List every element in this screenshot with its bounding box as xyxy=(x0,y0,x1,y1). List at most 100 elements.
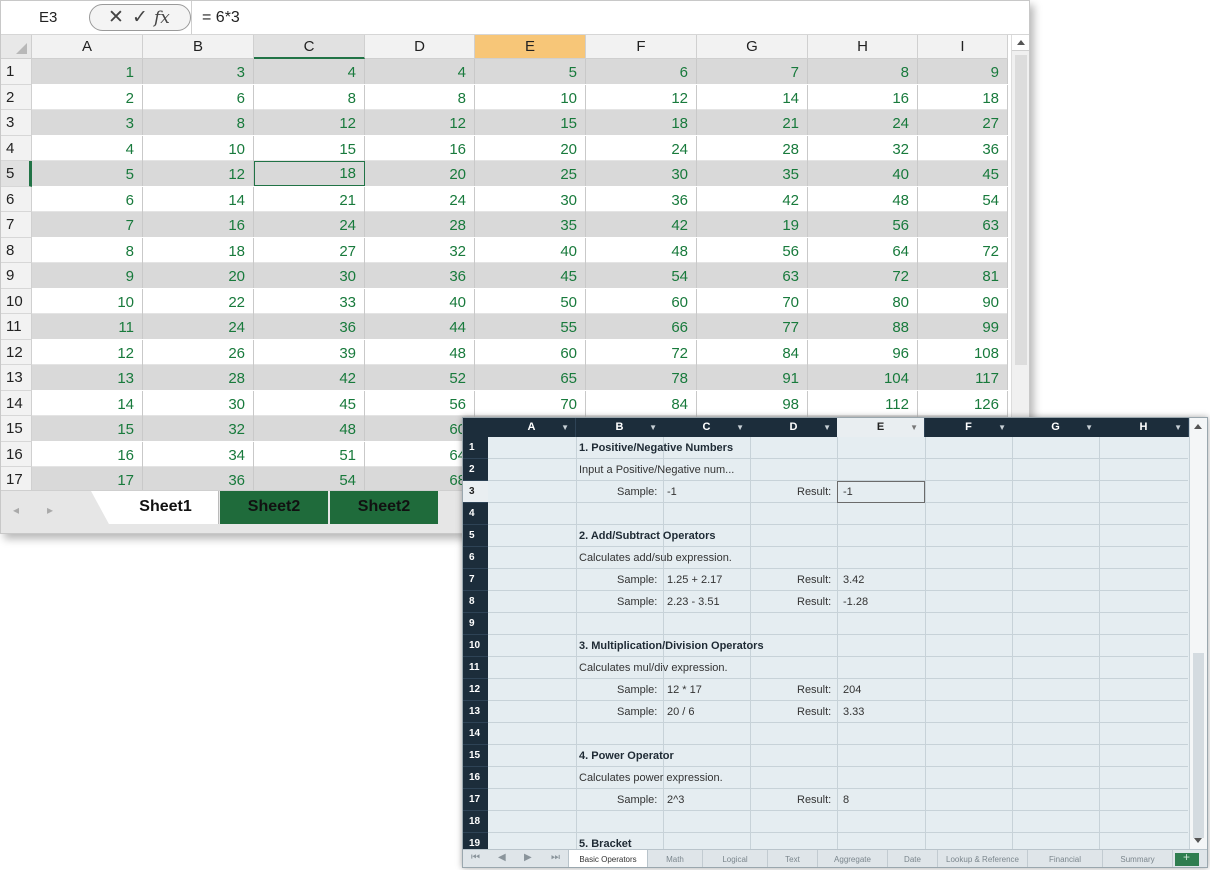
cell-e13[interactable]: 65 xyxy=(475,365,586,390)
add-sheet-button[interactable] xyxy=(1175,850,1199,866)
cell-i6[interactable]: 54 xyxy=(918,186,1008,212)
prev-sheet-icon[interactable]: ◀ xyxy=(498,852,506,863)
cell-h6[interactable]: 48 xyxy=(808,186,918,212)
row-header-6[interactable]: 6 xyxy=(1,186,32,212)
column-header-i[interactable]: I xyxy=(918,35,1008,59)
cancel-icon[interactable]: ✕ xyxy=(108,7,124,29)
cell-i13[interactable]: 117 xyxy=(918,365,1008,390)
cell-d16[interactable]: 64 xyxy=(365,441,475,467)
column-header-a[interactable]: A ▼ xyxy=(488,418,576,437)
scroll-up-icon[interactable] xyxy=(1194,424,1202,429)
sample-value-cell[interactable]: 1.25 + 2.17 xyxy=(667,569,722,591)
cell-b16[interactable]: 34 xyxy=(143,441,254,467)
cell-e7[interactable]: 35 xyxy=(475,212,586,237)
cell-g11[interactable]: 77 xyxy=(697,314,808,339)
cell-d8[interactable]: 32 xyxy=(365,237,475,263)
cell-e11[interactable]: 55 xyxy=(475,314,586,339)
cell-d9[interactable]: 36 xyxy=(365,263,475,288)
column-header-e[interactable]: E ▼ xyxy=(837,418,925,437)
tab-text[interactable]: Text xyxy=(768,850,818,867)
cell-c3[interactable]: 12 xyxy=(254,110,365,135)
cell-h8[interactable]: 64 xyxy=(808,237,918,263)
row-header-10[interactable]: 10 xyxy=(463,635,488,657)
row-header-10[interactable]: 10 xyxy=(1,288,32,314)
cell-a5[interactable]: 5 xyxy=(32,161,143,186)
vertical-scrollbar[interactable] xyxy=(1189,418,1207,849)
cell-c4[interactable]: 15 xyxy=(254,135,365,161)
cell-d17[interactable]: 68 xyxy=(365,467,475,492)
cell-i8[interactable]: 72 xyxy=(918,237,1008,263)
cell-h2[interactable]: 16 xyxy=(808,84,918,110)
cell-i11[interactable]: 99 xyxy=(918,314,1008,339)
tab-summary[interactable]: Summary xyxy=(1103,850,1173,867)
cell-h4[interactable]: 32 xyxy=(808,135,918,161)
cell-a17[interactable]: 17 xyxy=(32,467,143,492)
row-header-7[interactable]: 7 xyxy=(463,569,488,591)
row-header-9[interactable]: 9 xyxy=(463,613,488,635)
cell-c11[interactable]: 36 xyxy=(254,314,365,339)
column-header-h[interactable]: H xyxy=(808,35,918,59)
cell-d15[interactable]: 60 xyxy=(365,416,475,441)
cell-d11[interactable]: 44 xyxy=(365,314,475,339)
cell-f12[interactable]: 72 xyxy=(586,339,697,365)
cell-d5[interactable]: 20 xyxy=(365,161,475,186)
cell-a2[interactable]: 2 xyxy=(32,84,143,110)
cell-f11[interactable]: 66 xyxy=(586,314,697,339)
row-header-17[interactable]: 17 xyxy=(1,467,32,493)
filter-dropdown-icon[interactable]: ▼ xyxy=(823,418,831,437)
cell-c16[interactable]: 51 xyxy=(254,441,365,467)
column-header-b[interactable]: B ▼ xyxy=(576,418,664,437)
cell-f13[interactable]: 78 xyxy=(586,365,697,390)
filter-dropdown-icon[interactable]: ▼ xyxy=(998,418,1006,437)
cell-f1[interactable]: 6 xyxy=(586,59,697,84)
cell-c15[interactable]: 48 xyxy=(254,416,365,441)
cell-a1[interactable]: 1 xyxy=(32,59,143,84)
filter-dropdown-icon[interactable]: ▼ xyxy=(1085,418,1093,437)
cell-a8[interactable]: 8 xyxy=(32,237,143,263)
cell-g1[interactable]: 7 xyxy=(697,59,808,84)
cell-b15[interactable]: 32 xyxy=(143,416,254,441)
row-header-14[interactable]: 14 xyxy=(1,390,32,416)
cell-h1[interactable]: 8 xyxy=(808,59,918,84)
row-header-3[interactable]: 3 xyxy=(463,481,488,503)
cell-a6[interactable]: 6 xyxy=(32,186,143,212)
tab-sheet2-copy[interactable]: Sheet2 xyxy=(330,491,438,524)
cell-e1[interactable]: 5 xyxy=(475,59,586,84)
row-header-7[interactable]: 7 xyxy=(1,212,32,238)
cell-b7[interactable]: 16 xyxy=(143,212,254,237)
tab-date[interactable]: Date xyxy=(888,850,938,867)
cell-f9[interactable]: 54 xyxy=(586,263,697,288)
column-header-g[interactable]: G xyxy=(697,35,808,59)
row-header-17[interactable]: 17 xyxy=(463,789,488,811)
cell-h9[interactable]: 72 xyxy=(808,263,918,288)
cell-d13[interactable]: 52 xyxy=(365,365,475,390)
cell-g5[interactable]: 35 xyxy=(697,161,808,186)
row-header-14[interactable]: 14 xyxy=(463,723,488,745)
row-header-16[interactable]: 16 xyxy=(463,767,488,789)
cell-a12[interactable]: 12 xyxy=(32,339,143,365)
cell-i14[interactable]: 126 xyxy=(918,390,1008,416)
row-header-12[interactable]: 12 xyxy=(1,339,32,365)
cell-a4[interactable]: 4 xyxy=(32,135,143,161)
cell-b8[interactable]: 18 xyxy=(143,237,254,263)
cell-e2[interactable]: 10 xyxy=(475,84,586,110)
row-header-15[interactable]: 15 xyxy=(463,745,488,767)
cell-h5[interactable]: 40 xyxy=(808,161,918,186)
cell-i1[interactable]: 9 xyxy=(918,59,1008,84)
column-header-g[interactable]: G ▼ xyxy=(1012,418,1100,437)
cell-d1[interactable]: 4 xyxy=(365,59,475,84)
cell-a16[interactable]: 16 xyxy=(32,441,143,467)
column-header-a[interactable]: A xyxy=(32,35,143,59)
scroll-thumb[interactable] xyxy=(1015,55,1027,365)
scroll-up-icon[interactable] xyxy=(1012,35,1029,51)
cell-e3[interactable]: 15 xyxy=(475,110,586,135)
cell-i10[interactable]: 90 xyxy=(918,288,1008,314)
result-value-cell[interactable]: -1.28 xyxy=(843,591,868,613)
tab-sheet1[interactable]: Sheet1 xyxy=(91,491,219,524)
row-header-9[interactable]: 9 xyxy=(1,263,32,289)
filter-dropdown-icon[interactable]: ▼ xyxy=(736,418,744,437)
cell-f8[interactable]: 48 xyxy=(586,237,697,263)
cell-d12[interactable]: 48 xyxy=(365,339,475,365)
cell-h7[interactable]: 56 xyxy=(808,212,918,237)
formula-input[interactable]: = 6*3 xyxy=(191,1,1029,34)
